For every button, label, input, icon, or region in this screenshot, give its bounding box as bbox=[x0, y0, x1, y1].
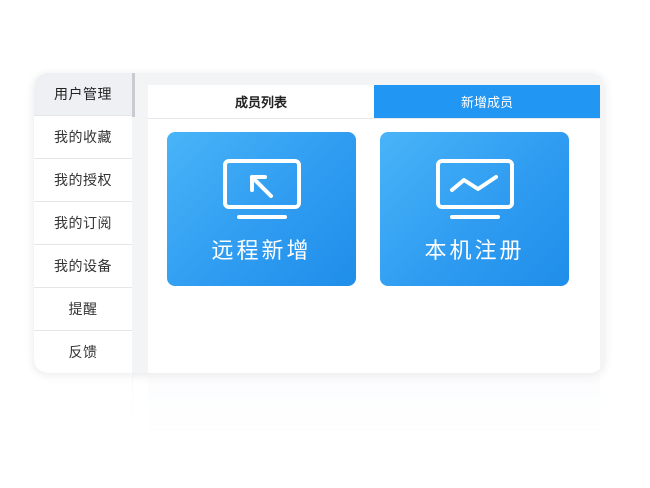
sidebar-item-label: 我的订阅 bbox=[54, 216, 112, 232]
sidebar-item-authorizations[interactable]: 我的授权 bbox=[34, 159, 132, 202]
tab-label: 成员列表 bbox=[234, 96, 287, 111]
local-register-tile[interactable]: 本机注册 bbox=[380, 132, 569, 286]
tab-member-list[interactable]: 成员列表 bbox=[148, 85, 374, 118]
main-panel: 成员列表 新增成员 远程新增 本机注册 bbox=[148, 85, 600, 373]
app-window: 用户管理 我的收藏 我的授权 我的订阅 我的设备 提醒 反馈 成员列表 新增成员… bbox=[34, 73, 604, 373]
reflection-sidebar bbox=[34, 373, 133, 433]
screen-reflection bbox=[34, 373, 604, 433]
sidebar-item-devices[interactable]: 我的设备 bbox=[34, 245, 132, 288]
sidebar-item-reminders[interactable]: 提醒 bbox=[34, 288, 132, 331]
tile-label: 本机注册 bbox=[424, 239, 525, 264]
monitor-chart-icon bbox=[435, 159, 514, 219]
tab-add-member[interactable]: 新增成员 bbox=[374, 85, 600, 118]
tab-label: 新增成员 bbox=[460, 96, 513, 111]
tab-bar: 成员列表 新增成员 bbox=[148, 85, 600, 119]
sidebar-item-label: 我的授权 bbox=[54, 173, 112, 189]
monitor-arrow-icon bbox=[222, 159, 301, 219]
sidebar-item-user-management[interactable]: 用户管理 bbox=[34, 73, 132, 116]
remote-add-tile[interactable]: 远程新增 bbox=[167, 132, 356, 286]
sidebar-item-label: 用户管理 bbox=[54, 87, 112, 103]
active-indicator bbox=[132, 73, 135, 117]
sidebar-item-label: 我的收藏 bbox=[54, 130, 112, 146]
sidebar-item-favorites[interactable]: 我的收藏 bbox=[34, 116, 132, 159]
sidebar-item-subscriptions[interactable]: 我的订阅 bbox=[34, 202, 132, 245]
sidebar-item-label: 反馈 bbox=[68, 345, 98, 361]
sidebar-item-label: 提醒 bbox=[68, 302, 98, 318]
reflection-main bbox=[148, 373, 600, 433]
tile-label: 远程新增 bbox=[211, 239, 312, 264]
sidebar: 用户管理 我的收藏 我的授权 我的订阅 我的设备 提醒 反馈 bbox=[34, 73, 132, 373]
sidebar-item-label: 我的设备 bbox=[54, 259, 112, 275]
sidebar-item-feedback[interactable]: 反馈 bbox=[34, 331, 132, 373]
